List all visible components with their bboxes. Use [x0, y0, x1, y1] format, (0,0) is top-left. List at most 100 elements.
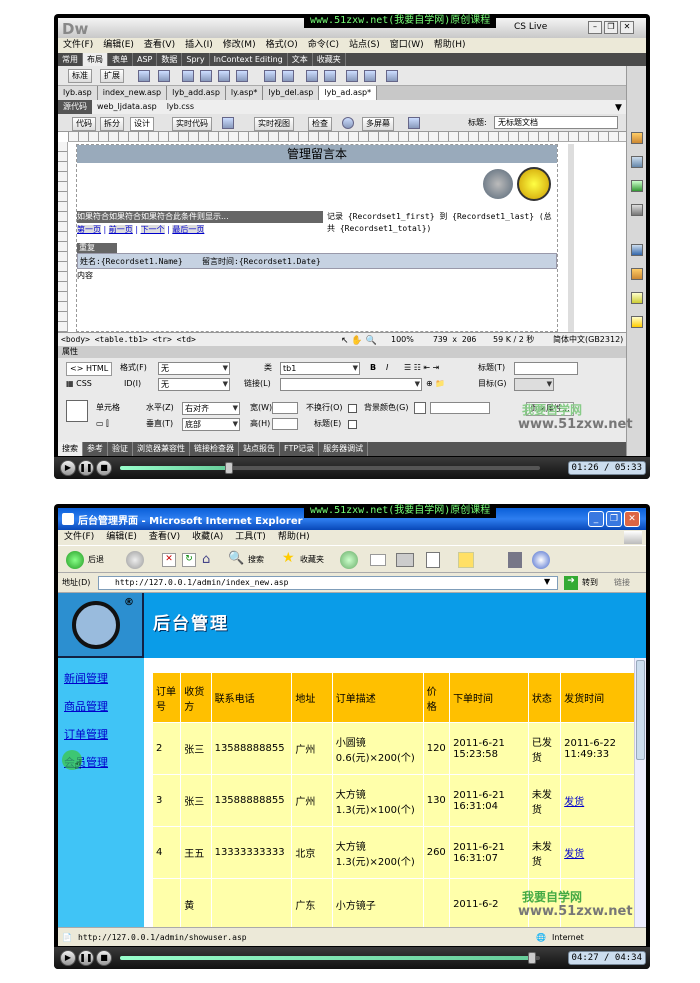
links-button[interactable]: 链接: [614, 577, 630, 589]
doc-tab-lyb[interactable]: lyb.asp: [58, 86, 98, 100]
seek-track[interactable]: [120, 956, 540, 960]
stop-icon[interactable]: ■: [96, 950, 112, 966]
multiscreen-button[interactable]: 多屏幕: [362, 117, 394, 131]
html-mode-button[interactable]: <> HTML: [66, 362, 113, 376]
tab-browser-compat[interactable]: 浏览器兼容性: [133, 442, 190, 456]
window-size[interactable]: 739 x 206: [430, 333, 479, 347]
column-icon[interactable]: [324, 70, 336, 82]
tab-form[interactable]: 表单: [108, 53, 133, 66]
bgcolor-swatch[interactable]: [414, 402, 426, 414]
tag-path[interactable]: <body> <table.tb1> <tr> <td>: [58, 333, 199, 347]
split-view-button[interactable]: 拆分: [100, 117, 124, 131]
tab-text[interactable]: 文本: [288, 53, 313, 66]
tab-link-checker[interactable]: 链接检查器: [190, 442, 239, 456]
menu-tools[interactable]: 工具(T): [229, 530, 272, 545]
address-dropdown-icon[interactable]: ▼: [544, 577, 550, 586]
menu-help[interactable]: 帮助(H): [272, 530, 316, 545]
tab-reference[interactable]: 参考: [83, 442, 108, 456]
ship-link[interactable]: 发货: [560, 774, 638, 827]
width-input[interactable]: [272, 402, 298, 414]
prev-page-link[interactable]: 前一页: [108, 225, 133, 234]
browser-preview-icon[interactable]: [342, 117, 354, 129]
spry-menu-icon[interactable]: [236, 70, 248, 82]
bindings-icon[interactable]: [631, 268, 643, 280]
bold-button[interactable]: B: [370, 362, 376, 374]
research-icon[interactable]: [508, 552, 522, 568]
doc-tab-lyb-del[interactable]: lyb_del.asp: [263, 86, 320, 100]
favorites-label[interactable]: 收藏夹: [300, 554, 324, 566]
related-file-ljdata[interactable]: web_ljdata.asp: [92, 100, 162, 114]
menu-window[interactable]: 窗口(W): [385, 38, 429, 53]
favorites-star-icon[interactable]: ★: [282, 550, 295, 566]
standard-mode-button[interactable]: 标准: [68, 69, 92, 83]
halign-select[interactable]: 右对齐: [182, 402, 240, 415]
related-file-css[interactable]: lyb.css: [162, 100, 199, 114]
back-icon[interactable]: [66, 551, 84, 569]
target-select[interactable]: [514, 378, 554, 391]
nowrap-checkbox[interactable]: [348, 404, 357, 413]
history-icon[interactable]: [340, 551, 358, 569]
point-to-file-icon[interactable]: ⊕ 📁: [426, 378, 445, 390]
doc-tab-ly[interactable]: ly.asp*: [225, 86, 264, 100]
messenger-icon[interactable]: [532, 551, 550, 569]
tab-asp[interactable]: ASP: [133, 53, 158, 66]
design-vscroll[interactable]: [568, 144, 574, 332]
cs-live-button[interactable]: CS Live: [514, 22, 547, 32]
css-styles-icon[interactable]: [631, 156, 643, 168]
zoom-level[interactable]: 100%: [388, 333, 417, 347]
stop-page-icon[interactable]: ✕: [162, 553, 176, 567]
scroll-thumb[interactable]: [636, 660, 645, 760]
doc-tab-lyb-add[interactable]: lyb_add.asp: [167, 86, 226, 100]
insert-div-icon[interactable]: [158, 70, 170, 82]
link-input[interactable]: [280, 378, 422, 391]
tab-search[interactable]: 搜索: [58, 442, 83, 456]
tab-ftp-log[interactable]: FTP记录: [280, 442, 320, 456]
lightning-icon[interactable]: [631, 316, 643, 328]
menu-command[interactable]: 命令(C): [303, 38, 344, 53]
nav-news[interactable]: 新闻管理: [64, 670, 108, 686]
spry-tab-icon[interactable]: [364, 70, 376, 82]
menu-insert[interactable]: 插入(I): [180, 38, 218, 53]
seek-handle[interactable]: [225, 462, 234, 474]
live-code-button[interactable]: 实时代码: [172, 117, 212, 131]
seek-track[interactable]: [120, 466, 540, 470]
menu-file[interactable]: 文件(F): [58, 530, 100, 545]
merge-split-icons[interactable]: ▭ ⫿: [96, 418, 109, 430]
title-attr-input[interactable]: [514, 362, 578, 375]
search-label[interactable]: 搜索: [248, 554, 264, 566]
filter-icon[interactable]: ▼: [610, 101, 627, 115]
tab-common[interactable]: 常用: [58, 53, 83, 66]
maximize-button[interactable]: ❐: [606, 511, 622, 527]
databases-icon[interactable]: [631, 244, 643, 256]
css-mode-button[interactable]: ▦ CSS: [66, 378, 92, 390]
server-behaviors-icon[interactable]: [631, 292, 643, 304]
pause-icon[interactable]: ❚❚: [78, 950, 94, 966]
tab-spry[interactable]: Spry: [182, 53, 210, 66]
tab-data[interactable]: 数据: [157, 53, 183, 66]
files-panel-icon[interactable]: [631, 180, 643, 192]
tab-incontext[interactable]: InContext Editing: [210, 53, 288, 66]
extend-mode-button[interactable]: 扩展: [100, 69, 124, 83]
menu-favorites[interactable]: 收藏(A): [186, 530, 229, 545]
print-icon[interactable]: [396, 553, 414, 567]
italic-button[interactable]: I: [386, 362, 388, 374]
minimize-button[interactable]: _: [588, 511, 604, 527]
tab-server-debug[interactable]: 服务器调试: [319, 442, 369, 456]
menu-file[interactable]: 文件(F): [58, 38, 98, 53]
title-input[interactable]: 无标题文档: [494, 116, 618, 129]
menu-view[interactable]: 查看(V): [139, 38, 180, 53]
first-page-link[interactable]: 第一页: [77, 225, 101, 234]
grid-icon[interactable]: [264, 70, 276, 82]
play-icon[interactable]: ▶: [60, 950, 76, 966]
menu-edit[interactable]: 编辑(E): [100, 530, 143, 545]
search-icon[interactable]: 🔍: [228, 551, 244, 566]
close-button[interactable]: ✕: [624, 511, 640, 527]
maximize-button[interactable]: ❐: [604, 21, 618, 34]
tab-favorites[interactable]: 收藏夹: [313, 53, 346, 66]
home-icon[interactable]: ⌂: [202, 552, 218, 568]
play-icon[interactable]: ▶: [60, 460, 76, 476]
layer-icon[interactable]: [182, 70, 194, 82]
edit-icon[interactable]: [426, 552, 440, 568]
seek-handle[interactable]: [527, 952, 536, 964]
go-button[interactable]: 转到: [582, 577, 598, 589]
